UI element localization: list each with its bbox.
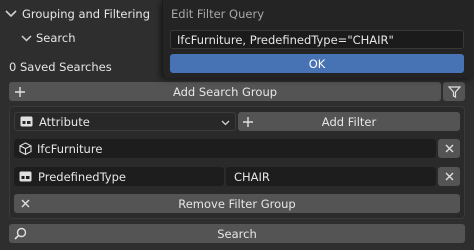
ok-button-label: OK (308, 56, 326, 71)
filter-entity-value: IfcFurniture (37, 141, 103, 156)
chevron-down-icon (16, 26, 36, 50)
ok-button[interactable]: OK (170, 54, 464, 73)
close-icon (445, 144, 454, 153)
filter-attribute-name: PredefinedType (38, 169, 126, 184)
search-button[interactable]: Search (9, 224, 465, 243)
attribute-icon (15, 112, 37, 131)
filter-attribute-value-field[interactable]: CHAIR (226, 167, 436, 186)
filter-attribute-name-field[interactable]: PredefinedType (14, 167, 224, 186)
add-search-group-button[interactable]: Add Search Group (9, 82, 441, 101)
filter-type-value: Attribute (39, 114, 90, 129)
funnel-icon (447, 85, 461, 98)
add-filter-button[interactable]: Add Filter (238, 112, 460, 131)
subsection-header-search[interactable]: Search (16, 26, 166, 50)
search-button-label: Search (217, 226, 257, 241)
add-filter-label: Add Filter (321, 114, 377, 129)
remove-filter-group-label: Remove Filter Group (178, 196, 296, 211)
filter-attribute-value: CHAIR (234, 169, 270, 184)
filter-entity-field[interactable]: IfcFurniture (14, 139, 436, 158)
close-icon (445, 172, 454, 181)
filter-type-dropdown[interactable]: Attribute (14, 112, 236, 131)
add-search-group-label: Add Search Group (172, 84, 278, 99)
query-input[interactable]: IfcFurniture, PredefinedType="CHAIR" (170, 30, 464, 49)
remove-filter-button[interactable] (438, 139, 460, 158)
chevron-down-icon (219, 113, 231, 132)
filter-icon-button[interactable] (443, 82, 465, 101)
popup-title: Edit Filter Query (171, 7, 265, 21)
remove-filter-group-button[interactable]: Remove Filter Group (14, 194, 460, 213)
cube-icon (14, 139, 36, 158)
attribute-icon (14, 167, 36, 186)
remove-filter-button[interactable] (438, 167, 460, 186)
subsection-title: Search (36, 31, 76, 45)
section-header-grouping[interactable]: Grouping and Filtering (0, 2, 170, 26)
query-input-value: IfcFurniture, PredefinedType="CHAIR" (177, 32, 394, 47)
chevron-down-icon (0, 2, 22, 26)
saved-searches-count: 0 Saved Searches (9, 60, 112, 74)
edit-filter-query-popup: Edit Filter Query IfcFurniture, Predefin… (162, 0, 474, 78)
section-title: Grouping and Filtering (22, 7, 151, 21)
